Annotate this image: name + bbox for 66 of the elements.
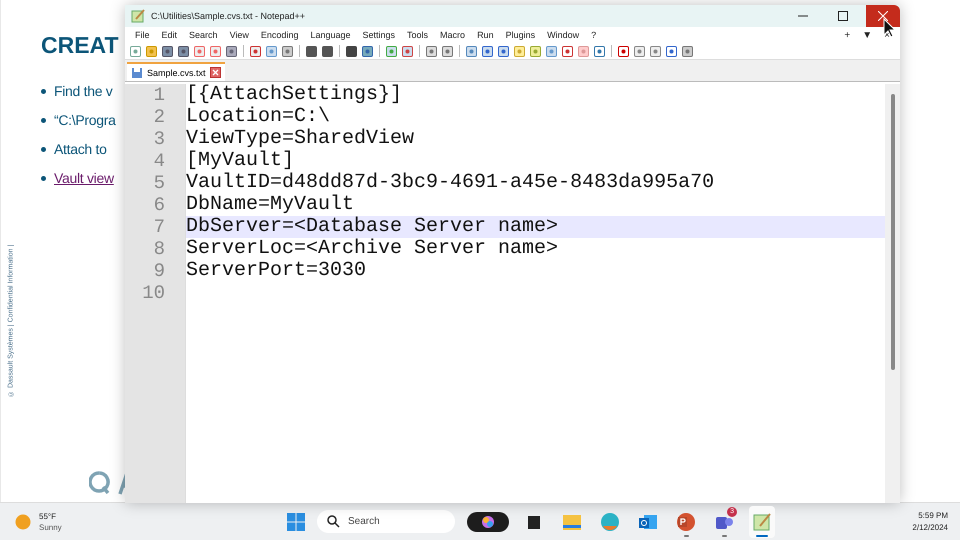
menu-item[interactable]: Window: [541, 30, 586, 40]
bullet-icon: [41, 146, 46, 152]
menu-item[interactable]: Macro: [434, 30, 472, 40]
weather-condition: Sunny: [39, 522, 62, 532]
line-number: 3: [152, 128, 166, 150]
line-number: 9: [152, 260, 166, 282]
close-button[interactable]: [866, 5, 900, 27]
bullet-link[interactable]: Vault view: [54, 170, 114, 186]
code-line: [MyVault]: [186, 149, 294, 172]
code-line: DbName=MyVault: [186, 193, 354, 216]
line-number: 5: [152, 172, 166, 194]
bullet-icon: [41, 88, 46, 94]
maximize-icon: [838, 11, 848, 21]
menu-item[interactable]: ?: [585, 30, 602, 40]
search-field[interactable]: Search: [317, 510, 455, 533]
line-number: 8: [152, 238, 166, 260]
code-line: DbServer=<Database Server name>: [186, 215, 558, 238]
menu-item[interactable]: Plugins: [500, 30, 542, 40]
bullet-text: Attach to: [54, 141, 107, 157]
line-number: 1: [152, 84, 166, 106]
menu-item[interactable]: Run: [471, 30, 500, 40]
temperature: 55°F: [39, 512, 57, 520]
line-number: 10: [141, 282, 166, 304]
windows-start-icon[interactable]: [287, 512, 305, 530]
menu-item[interactable]: View: [224, 30, 255, 40]
sun-icon: [15, 514, 31, 530]
bullet-icon: [41, 118, 46, 122]
file-tab[interactable]: Sample.cvs.txt: [127, 62, 225, 81]
slide-title: CREAT: [41, 32, 119, 59]
menu-item[interactable]: File: [129, 30, 156, 40]
menu-control[interactable]: ▼: [856, 30, 878, 40]
menu-item[interactable]: Edit: [156, 30, 184, 40]
mail-app-icon[interactable]: [638, 512, 658, 530]
line-number: 6: [152, 194, 166, 216]
menu-item[interactable]: Tools: [401, 30, 434, 40]
clock-date: 2/12/2024: [912, 523, 948, 532]
window-icon[interactable]: [527, 514, 541, 530]
code-line: ServerLoc=<Archive Server name>: [186, 237, 558, 260]
line-number: 4: [152, 150, 166, 172]
search-icon: [327, 515, 340, 528]
slides-app-icon[interactable]: [676, 512, 696, 532]
code-line: [{AttachSettings}]: [186, 83, 402, 106]
bullet-text: Find the v: [54, 83, 112, 99]
notepad-icon: [131, 9, 145, 23]
code-line: ViewType=SharedView: [186, 127, 414, 150]
bullet-icon: [41, 176, 46, 180]
window-title: C:\Utilities\Sample.cvs.txt - Notepad++: [151, 11, 306, 21]
line-number: 7: [152, 216, 166, 238]
menu-item[interactable]: Language: [304, 30, 356, 40]
code-line: ServerPort=3030: [186, 259, 366, 282]
clock-time: 5:59 PM: [918, 511, 948, 520]
close-tab-icon[interactable]: [210, 67, 221, 78]
scrollbar-thumb[interactable]: [890, 94, 894, 370]
browser-icon[interactable]: [600, 512, 620, 532]
copilot-icon[interactable]: [467, 512, 509, 532]
code-line: Location=C:\: [186, 105, 330, 128]
bullet-text: “C:\Progra: [54, 112, 116, 128]
line-number: 2: [152, 106, 166, 128]
menu-item[interactable]: Settings: [356, 30, 402, 40]
close-icon: [878, 11, 888, 21]
code-line: VaultID=d48dd87d-3bc9-4691-a45e-8483da995a70: [186, 171, 714, 194]
menu-control[interactable]: +: [838, 30, 856, 40]
menu-item[interactable]: Search: [183, 30, 224, 40]
menu-item[interactable]: Encoding: [254, 30, 304, 40]
search-input[interactable]: Search: [348, 516, 438, 527]
notepad-app-icon[interactable]: [752, 512, 772, 532]
